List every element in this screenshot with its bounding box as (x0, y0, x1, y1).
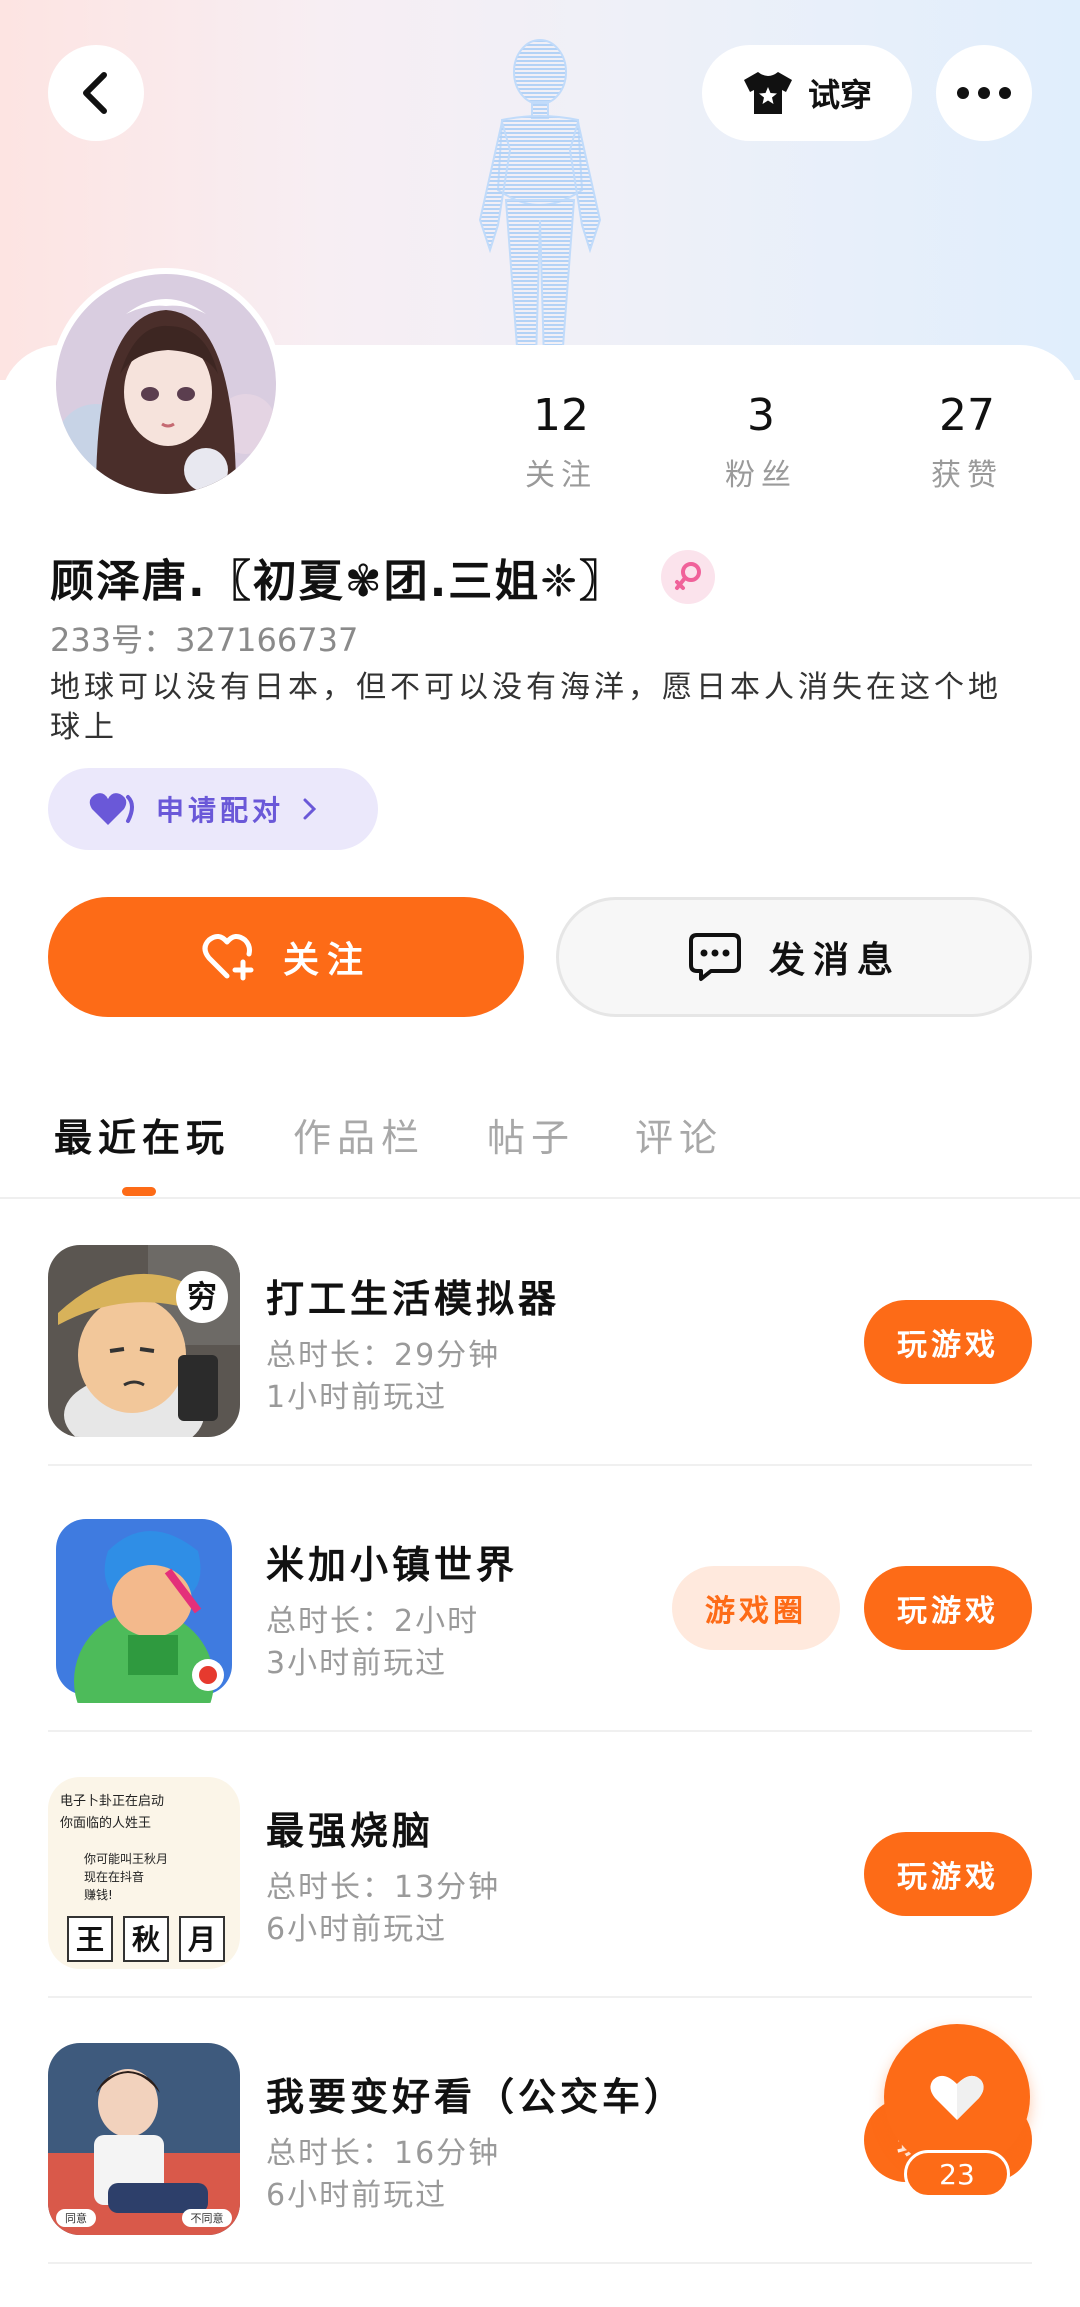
follow-label: 关注 (282, 940, 371, 981)
chat-bubble-icon (688, 933, 741, 981)
game-duration: 总时长：29分钟 (266, 1338, 501, 1373)
game-last-played: 6小时前玩过 (266, 1912, 448, 1947)
tshirt-icon (743, 72, 792, 114)
stat-following-label: 关注 (525, 458, 597, 493)
avatar-figure-silhouette (478, 39, 602, 360)
heart-icon (930, 2075, 984, 2120)
game-title: 米加小镇世界 (266, 1543, 519, 1587)
thumb-text-line: 电子卜卦正在启动 (60, 1794, 164, 1809)
play-game-button[interactable]: 玩游戏 (864, 1300, 1032, 1384)
user-name: 顾泽唐.〖初夏✾团.三姐❈〗 (50, 556, 626, 607)
more-dots-icon (957, 87, 1011, 99)
profile-tabs: 最近在玩 作品栏 帖子 评论 (0, 1095, 1080, 1199)
game-thumbnail (48, 1511, 240, 1703)
like-count-badge: 23 (904, 2150, 1010, 2198)
game-thumbnail: 穷 (48, 1245, 240, 1437)
play-game-button[interactable]: 玩游戏 (864, 1566, 1032, 1650)
game-thumbnail: 同意 不同意 (48, 2043, 240, 2235)
more-button[interactable] (936, 45, 1032, 141)
game-item[interactable]: 米加小镇世界 总时长：2小时 3小时前玩过 游戏圈 玩游戏 (48, 1466, 1032, 1732)
stat-following-value: 12 (533, 390, 589, 441)
avatar[interactable] (50, 268, 282, 500)
apply-pair-label: 申请配对 (156, 794, 285, 827)
apply-pair-button[interactable]: 申请配对 (48, 768, 378, 850)
heart-plus-icon (202, 934, 254, 981)
tab-works[interactable]: 作品栏 (293, 1107, 425, 1162)
tab-comments[interactable]: 评论 (635, 1107, 723, 1162)
stat-likes[interactable]: 27 获赞 (897, 390, 1037, 494)
game-last-played: 6小时前玩过 (266, 2178, 448, 2213)
avatar-portrait-image (56, 274, 276, 494)
send-message-label: 发消息 (768, 940, 901, 981)
try-on-button[interactable]: 试穿 (702, 45, 912, 141)
thumb-char: 月 (187, 1923, 216, 1956)
chevron-left-icon (83, 72, 107, 114)
stat-fans[interactable]: 3 粉丝 (691, 390, 831, 494)
send-message-button[interactable]: 发消息 (556, 897, 1032, 1017)
game-title: 我要变好看（公交车） (266, 2075, 687, 2119)
play-game-button[interactable]: 玩游戏 (864, 1832, 1032, 1916)
stat-likes-label: 获赞 (931, 458, 1003, 493)
user-id: 233号：327166737 (50, 621, 359, 659)
stat-likes-value: 27 (939, 390, 995, 441)
game-circle-button[interactable]: 游戏圈 (672, 1566, 840, 1650)
game-duration: 总时长：13分钟 (266, 1870, 501, 1905)
game-item[interactable]: 电子卜卦正在启动 你面临的人姓王 你可能叫王秋月 现在在抖音 赚钱! 王 秋 月… (48, 1732, 1032, 1998)
stat-fans-label: 粉丝 (725, 458, 797, 493)
thumb-label: 不同意 (191, 2211, 224, 2225)
game-title: 最强烧脑 (266, 1809, 435, 1853)
thumb-text-line: 你可能叫王秋月 (84, 1852, 168, 1866)
stat-fans-value: 3 (747, 390, 775, 441)
game-duration: 总时长：2小时 (266, 1604, 480, 1639)
tab-posts[interactable]: 帖子 (487, 1107, 575, 1162)
thumb-text-line: 赚钱! (84, 1887, 113, 1902)
name-row: 顾泽唐.〖初夏✾团.三姐❈〗 (50, 545, 716, 609)
thumb-label: 同意 (65, 2211, 87, 2225)
game-duration: 总时长：16分钟 (266, 2136, 501, 2171)
try-on-label: 试穿 (807, 76, 872, 114)
game-last-played: 3小时前玩过 (266, 1646, 448, 1681)
game-title: 打工生活模拟器 (266, 1277, 561, 1321)
game-last-played: 1小时前玩过 (266, 1380, 448, 1415)
game-item[interactable]: 同意 不同意 我要变好看（公交车） 总时长：16分钟 6小时前玩过 玩游戏 (48, 1998, 1032, 2264)
follow-button[interactable]: 关注 (48, 897, 524, 1017)
thumb-char: 王 (76, 1923, 104, 1956)
thumb-text-line: 现在在抖音 (84, 1869, 144, 1884)
thumb-text-line: 你面临的人姓王 (60, 1815, 151, 1831)
tab-recent-play[interactable]: 最近在玩 (54, 1107, 230, 1162)
stat-following[interactable]: 12 关注 (491, 390, 631, 494)
female-gender-icon (661, 550, 716, 604)
chevron-right-icon (303, 798, 317, 820)
back-button[interactable] (48, 45, 144, 141)
floating-like-button[interactable] (884, 2024, 1030, 2170)
game-thumb-badge: 穷 (187, 1280, 217, 1315)
active-tab-indicator (122, 1187, 156, 1196)
user-bio: 地球可以没有日本，但不可以没有海洋，愿日本人消失在这个地球上 (50, 670, 1002, 745)
game-thumbnail: 电子卜卦正在启动 你面临的人姓王 你可能叫王秋月 现在在抖音 赚钱! 王 秋 月 (48, 1777, 240, 1969)
thumb-char: 秋 (132, 1923, 161, 1956)
game-item[interactable]: 穷 打工生活模拟器 总时长：29分钟 1小时前玩过 玩游戏 (48, 1200, 1032, 1466)
heart-pair-icon (89, 793, 134, 825)
